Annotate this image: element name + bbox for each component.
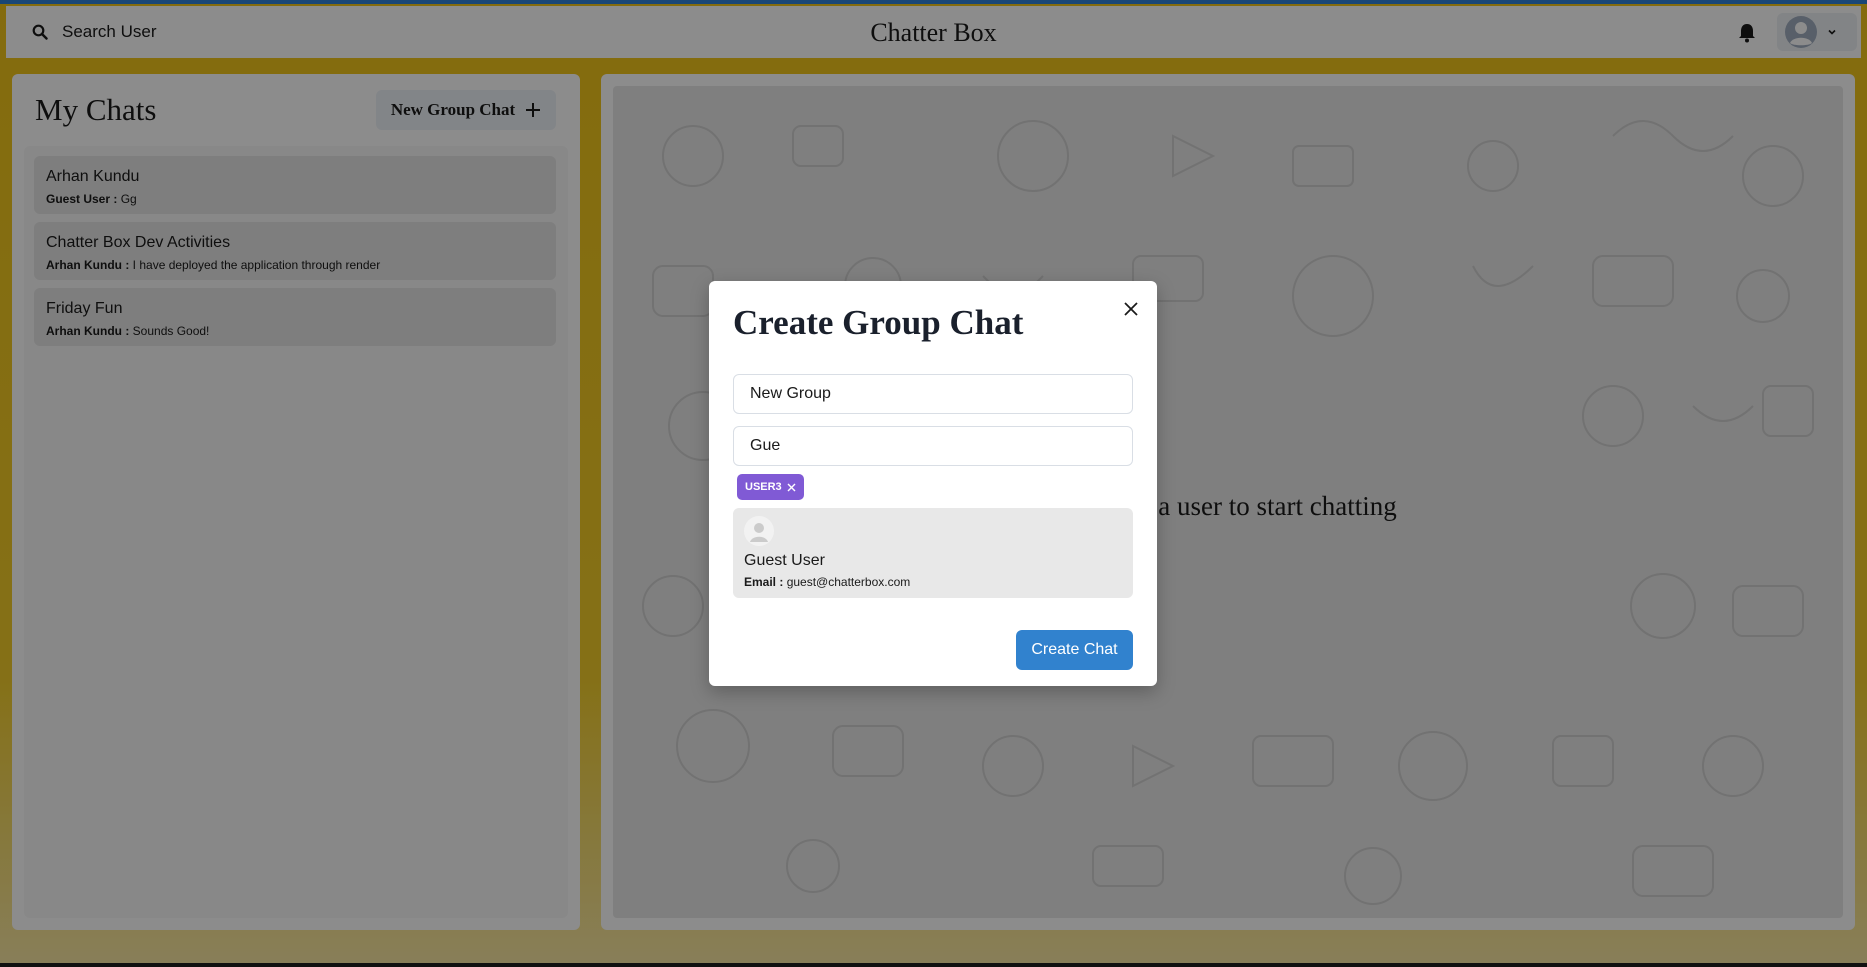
close-icon [1124,302,1138,316]
email-label: Email : [744,575,784,589]
avatar [744,516,774,546]
selected-user-badge-label: USER3 [745,481,782,493]
group-name-input[interactable] [733,374,1133,414]
email-value: guest@chatterbox.com [786,575,911,589]
search-result-name: Guest User [744,552,825,569]
close-button[interactable] [1119,297,1143,321]
create-chat-button[interactable]: Create Chat [1016,630,1133,670]
remove-user-button[interactable] [786,481,798,493]
search-result-item[interactable]: Guest User Email : guest@chatterbox.com [733,508,1133,598]
user-icon [750,523,768,542]
modal-title: Create Group Chat [733,303,1024,342]
add-users-search-input[interactable] [733,426,1133,466]
create-group-chat-modal: Create Group Chat USER3 Guest User Email… [709,281,1157,686]
selected-user-badge: USER3 [737,474,804,500]
close-icon [787,483,796,491]
search-result-email: Email : guest@chatterbox.com [744,575,910,589]
